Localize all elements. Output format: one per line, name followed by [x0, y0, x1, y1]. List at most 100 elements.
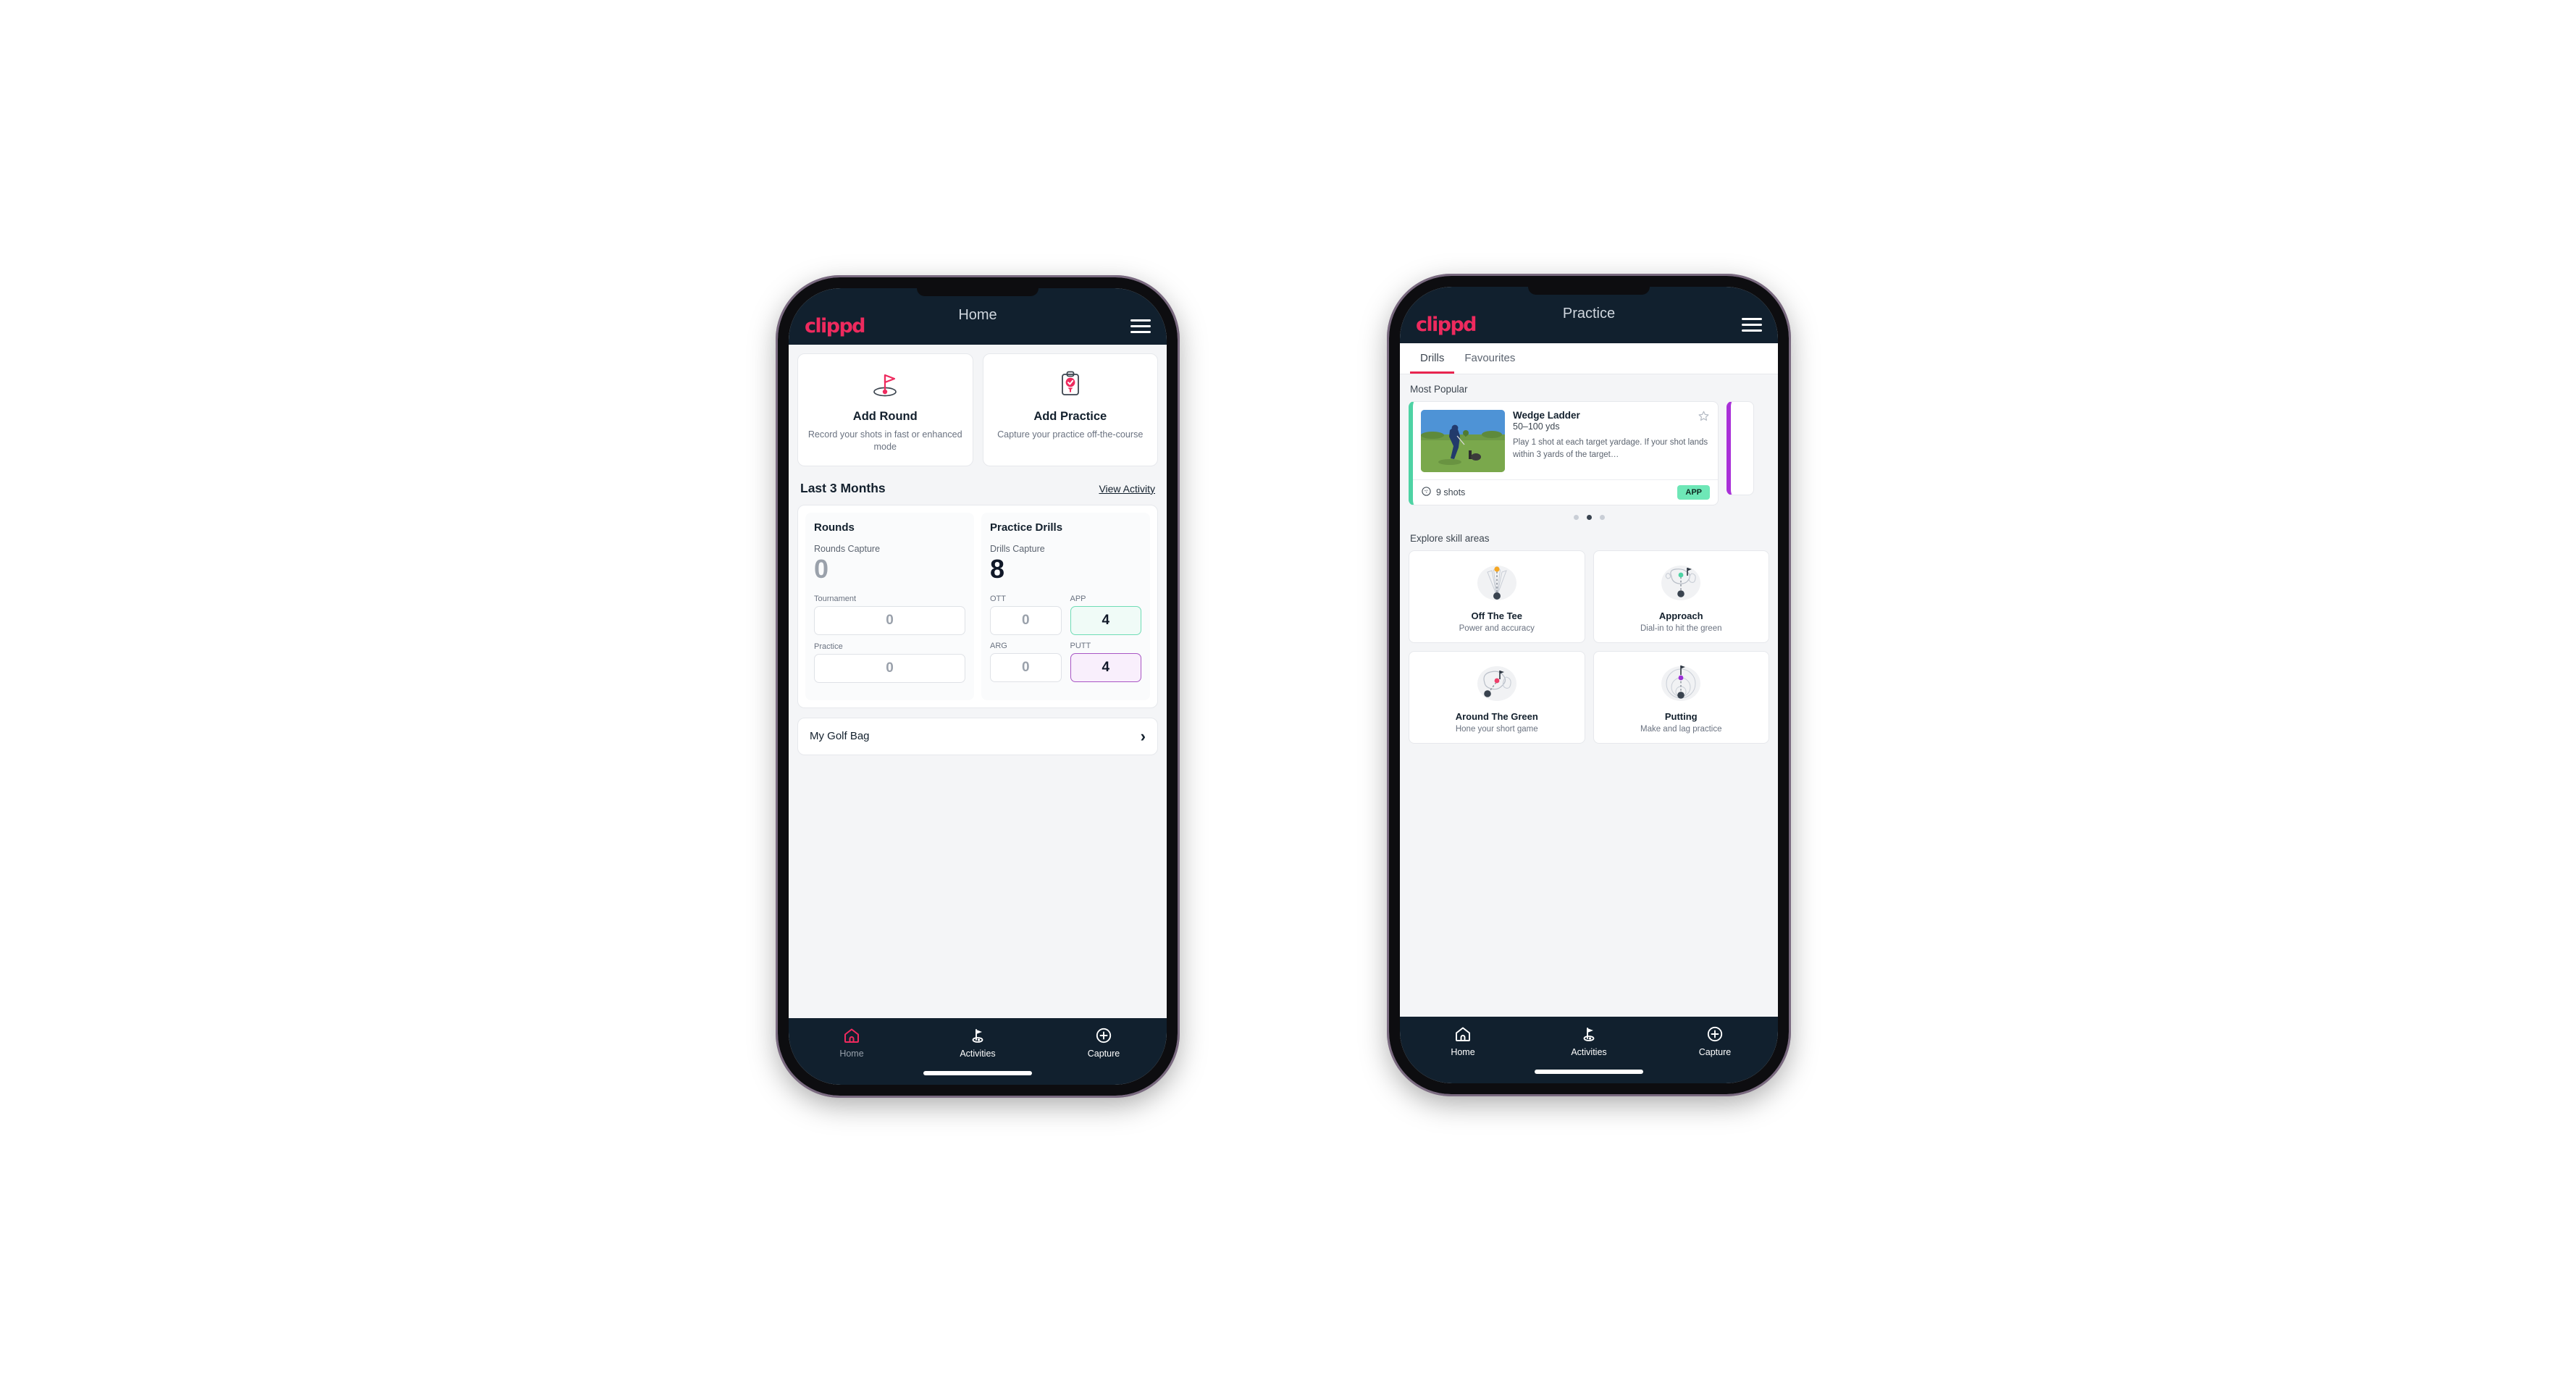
nav-label: Capture [1698, 1047, 1732, 1057]
golfer-chipping-photo [1421, 410, 1505, 472]
add-practice-card[interactable]: Add Practice Capture your practice off-t… [982, 353, 1158, 466]
drills-metric-grid: OTT 0 APP 4 ARG 0 PUTT 4 [990, 595, 1141, 682]
practice-drills-column: Practice Drills Drills Capture 8 OTT 0 A… [981, 512, 1150, 700]
clippd-logo[interactable]: clippd [1416, 315, 1477, 335]
home-app-bar: clippd Home [789, 288, 1167, 345]
add-round-card[interactable]: Add Round Record your shots in fast or e… [797, 353, 973, 466]
drill-shots-label: 9 shots [1436, 487, 1466, 497]
last-3-months-header: Last 3 Months View Activity [800, 481, 1155, 496]
phone-mockup-home: clippd Home Add Round Record your shots … [776, 275, 1180, 1098]
drill-info: Wedge Ladder 50–100 yds Play 1 shot at e… [1513, 410, 1710, 472]
drills-metric-arg: ARG 0 [990, 642, 1062, 682]
metric-value[interactable]: 0 [814, 653, 965, 683]
view-activity-link[interactable]: View Activity [1099, 483, 1155, 495]
golf-flag-icon [1580, 1025, 1598, 1043]
metric-label: APP [1070, 594, 1086, 603]
nav-item-home[interactable]: Home [1400, 1025, 1526, 1057]
chevron-right-icon: › [1140, 726, 1146, 745]
plus-circle-icon [1095, 1027, 1112, 1044]
home-indicator [1535, 1070, 1643, 1074]
metric-label: Practice [814, 642, 843, 651]
clippd-logo[interactable]: clippd [805, 316, 866, 336]
metric-value[interactable]: 4 [1070, 605, 1141, 635]
screenshot-canvas: clippd Home Add Round Record your shots … [0, 0, 2576, 1386]
drill-card-footer: 9 shots APP [1413, 479, 1718, 505]
skill-subtitle: Power and accuracy [1459, 624, 1535, 633]
around-green-icon [1470, 660, 1524, 705]
drill-title: Wedge Ladder [1513, 410, 1580, 421]
add-round-title: Add Round [852, 410, 918, 423]
my-golf-bag-row[interactable]: My Golf Bag › [797, 717, 1158, 755]
practice-app-bar: clippd Practice [1400, 287, 1778, 343]
skill-card-putting[interactable]: Putting Make and lag practice [1593, 651, 1769, 744]
practice-screen: clippd Practice Drills Favourites Most P… [1400, 287, 1778, 1083]
carousel-dot-active[interactable] [1586, 515, 1592, 520]
nav-label: Home [839, 1049, 864, 1059]
nav-item-activities[interactable]: Activities [915, 1027, 1041, 1059]
add-practice-title: Add Practice [1033, 410, 1107, 423]
rounds-capture-label: Rounds Capture [814, 543, 881, 554]
metric-value[interactable]: 0 [814, 605, 965, 635]
practice-tabs: Drills Favourites [1400, 343, 1778, 374]
drill-yardage: 50–100 yds [1513, 421, 1560, 432]
explore-skill-areas-label: Explore skill areas [1410, 533, 1490, 544]
metric-label: OTT [990, 594, 1006, 603]
add-round-subtitle: Record your shots in fast or enhanced mo… [807, 429, 962, 453]
star-outline-icon[interactable] [1698, 410, 1710, 426]
drills-title: Practice Drills [990, 521, 1063, 534]
drills-metric-putt: PUTT 4 [1070, 642, 1141, 682]
stats-card: Rounds Rounds Capture 0 Tournament 0 Pra… [797, 504, 1158, 708]
nav-item-capture[interactable]: Capture [1652, 1025, 1778, 1057]
drills-capture-label: Drills Capture [990, 543, 1045, 554]
drill-card-body: Wedge Ladder 50–100 yds Play 1 shot at e… [1413, 402, 1718, 479]
rounds-column: Rounds Rounds Capture 0 Tournament 0 Pra… [805, 512, 974, 700]
golf-flag-hole-icon [868, 368, 902, 401]
plus-circle-icon [1706, 1025, 1724, 1043]
nav-label: Activities [960, 1049, 996, 1059]
carousel-pagination [1409, 515, 1769, 520]
skill-name: Around The Green [1455, 711, 1538, 722]
skill-subtitle: Make and lag practice [1640, 725, 1722, 734]
drills-metric-app: APP 4 [1070, 594, 1141, 635]
drill-description: Play 1 shot at each target yardage. If y… [1513, 438, 1708, 459]
home-content: Add Round Record your shots in fast or e… [789, 345, 1167, 1018]
section-title: Last 3 Months [800, 480, 886, 495]
tab-favourites[interactable]: Favourites [1454, 343, 1525, 374]
skill-name: Putting [1664, 711, 1698, 722]
my-golf-bag-label: My Golf Bag [810, 730, 870, 743]
drill-category-chip: APP [1677, 485, 1710, 500]
rounds-metric-tournament: Tournament 0 [814, 595, 965, 635]
hamburger-icon[interactable] [1130, 319, 1151, 333]
nav-label: Capture [1087, 1049, 1120, 1059]
nav-item-activities[interactable]: Activities [1526, 1025, 1652, 1057]
nav-item-capture[interactable]: Capture [1041, 1027, 1167, 1059]
practice-content: Most Popular Wedge Ladder 50–100 yds Pla… [1400, 374, 1778, 1017]
hamburger-icon[interactable] [1742, 317, 1762, 332]
drills-capture-value: 8 [990, 553, 1005, 584]
carousel-dot[interactable] [1599, 515, 1605, 520]
skill-subtitle: Dial-in to hit the green [1640, 624, 1722, 633]
quick-actions-row: Add Round Record your shots in fast or e… [797, 353, 1158, 466]
drill-card-next-peek[interactable] [1727, 401, 1754, 495]
skill-card-approach[interactable]: Approach Dial-in to hit the green [1593, 550, 1769, 643]
metric-value[interactable]: 0 [990, 652, 1062, 682]
drill-card-wedge-ladder[interactable]: Wedge Ladder 50–100 yds Play 1 shot at e… [1409, 401, 1719, 505]
golf-ball-icon [1421, 486, 1432, 499]
drill-shots: 9 shots [1421, 486, 1465, 499]
skill-areas-grid: Off The Tee Power and accuracy Approach … [1409, 550, 1769, 744]
metric-label: Tournament [814, 594, 857, 603]
skill-card-off-the-tee[interactable]: Off The Tee Power and accuracy [1409, 550, 1585, 643]
rounds-metric-practice: Practice 0 [814, 642, 965, 683]
drill-carousel[interactable]: Wedge Ladder 50–100 yds Play 1 shot at e… [1409, 401, 1769, 505]
nav-item-home[interactable]: Home [789, 1027, 915, 1059]
home-icon [1454, 1025, 1472, 1043]
tab-drills[interactable]: Drills [1410, 343, 1455, 374]
skill-card-around-the-green[interactable]: Around The Green Hone your short game [1409, 651, 1585, 744]
metric-value[interactable]: 0 [990, 605, 1062, 635]
metric-value[interactable]: 4 [1070, 652, 1141, 682]
drill-title-row: Wedge Ladder 50–100 yds [1513, 410, 1710, 432]
nav-label: Activities [1571, 1047, 1607, 1057]
approach-green-icon [1654, 560, 1708, 605]
skill-subtitle: Hone your short game [1455, 725, 1538, 734]
carousel-dot[interactable] [1573, 515, 1579, 520]
